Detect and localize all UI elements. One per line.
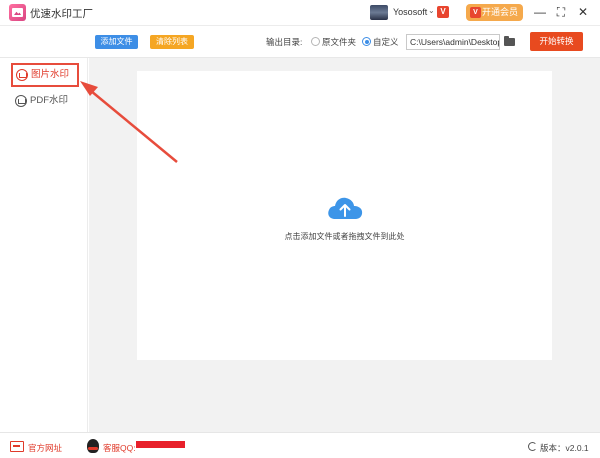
radio-source-folder-label[interactable]: 原文件夹 bbox=[322, 36, 356, 48]
minimize-button[interactable]: — bbox=[531, 3, 549, 21]
toolbar: 添加文件 清除列表 输出目录: 原文件夹 自定义 C:\Users\admin\… bbox=[0, 26, 600, 58]
official-site-link[interactable]: 官方网址 bbox=[28, 442, 62, 454]
main-area: 点击添加文件或者拖拽文件到此处 bbox=[89, 58, 600, 432]
file-dropzone[interactable]: 点击添加文件或者拖拽文件到此处 bbox=[137, 71, 552, 360]
qq-icon[interactable] bbox=[87, 439, 99, 453]
clear-list-button[interactable]: 清除列表 bbox=[150, 35, 194, 49]
start-convert-button[interactable]: 开始转换 bbox=[530, 32, 583, 51]
radio-custom[interactable] bbox=[362, 37, 371, 46]
output-path-input[interactable]: C:\Users\admin\Desktop bbox=[406, 34, 500, 50]
cloud-upload-icon bbox=[328, 197, 363, 219]
pdf-watermark-icon bbox=[15, 95, 27, 107]
vip-badge-icon: V bbox=[437, 6, 449, 18]
refresh-icon[interactable] bbox=[528, 442, 537, 451]
status-bar: 官方网址 客服QQ: 版本：v2.0.1 bbox=[0, 432, 600, 458]
sidebar-item-image-watermark[interactable]: 图片水印 bbox=[11, 63, 79, 87]
sidebar-item-label: 图片水印 bbox=[31, 69, 70, 80]
version-text: 版本：v2.0.1 bbox=[540, 443, 589, 453]
qq-number-redacted bbox=[136, 441, 185, 448]
add-file-button[interactable]: 添加文件 bbox=[95, 35, 138, 49]
app-title: 优速水印工厂 bbox=[30, 8, 93, 20]
user-name[interactable]: Yososoft bbox=[393, 7, 427, 17]
image-watermark-icon bbox=[16, 69, 28, 81]
website-icon[interactable] bbox=[10, 441, 24, 452]
title-bar: 优速水印工厂 Yososoft ⌄ V V 开通会员 — ⛶ ✕ bbox=[0, 0, 600, 26]
maximize-button[interactable]: ⛶ bbox=[552, 3, 570, 21]
close-button[interactable]: ✕ bbox=[574, 3, 592, 21]
vip-button-label: 开通会员 bbox=[482, 7, 519, 17]
user-avatar[interactable] bbox=[370, 5, 388, 20]
vip-crown-icon: V bbox=[470, 7, 481, 18]
radio-custom-label[interactable]: 自定义 bbox=[373, 36, 399, 48]
sidebar-item-label: PDF水印 bbox=[30, 95, 69, 106]
sidebar-item-pdf-watermark[interactable]: PDF水印 bbox=[12, 91, 80, 111]
folder-icon[interactable] bbox=[504, 36, 515, 46]
support-qq-label[interactable]: 客服QQ: bbox=[103, 442, 136, 454]
chevron-down-icon[interactable]: ⌄ bbox=[428, 6, 435, 15]
output-dir-label: 输出目录: bbox=[266, 37, 303, 47]
sidebar: 图片水印 PDF水印 bbox=[0, 58, 88, 432]
dropzone-hint: 点击添加文件或者拖拽文件到此处 bbox=[284, 232, 405, 241]
radio-source-folder[interactable] bbox=[311, 37, 320, 46]
app-logo-icon bbox=[9, 4, 26, 21]
vip-button[interactable]: V 开通会员 bbox=[466, 4, 523, 21]
